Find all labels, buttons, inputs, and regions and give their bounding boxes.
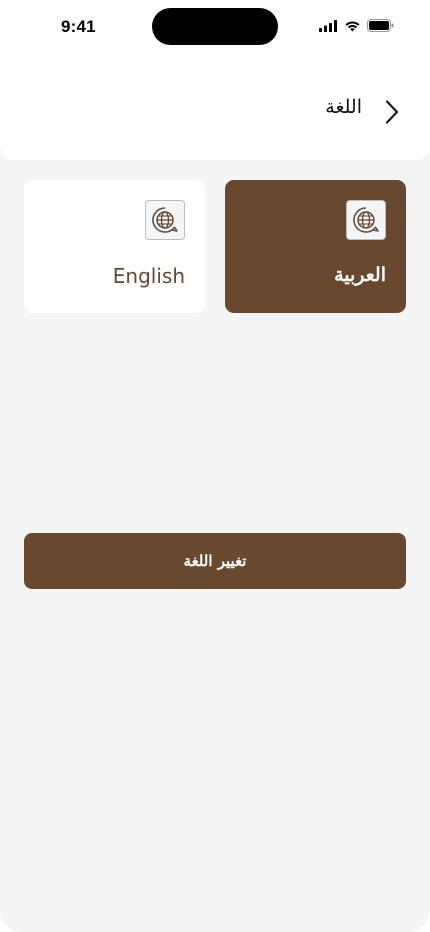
language-option-arabic[interactable]: العربية — [225, 180, 406, 313]
page-header: اللغة — [0, 90, 430, 132]
page-title: اللغة — [325, 96, 362, 118]
language-settings-screen: 9:41 اللغة English العربية تغيير اللغة — [0, 0, 430, 932]
signal-icon — [319, 17, 338, 36]
status-icons — [319, 18, 394, 34]
globe-chat-icon — [346, 200, 386, 240]
back-button[interactable] — [384, 99, 400, 125]
globe-chat-icon — [145, 200, 185, 240]
chevron-right-icon — [386, 100, 398, 124]
battery-icon — [367, 17, 394, 36]
wifi-icon — [344, 17, 361, 36]
change-language-button[interactable]: تغيير اللغة — [24, 533, 406, 589]
language-label: English — [112, 264, 185, 288]
language-label: العربية — [334, 264, 386, 286]
language-option-english[interactable]: English — [24, 180, 205, 313]
top-bar: 9:41 اللغة — [0, 0, 430, 160]
dynamic-island — [152, 8, 278, 45]
status-time: 9:41 — [61, 17, 96, 36]
